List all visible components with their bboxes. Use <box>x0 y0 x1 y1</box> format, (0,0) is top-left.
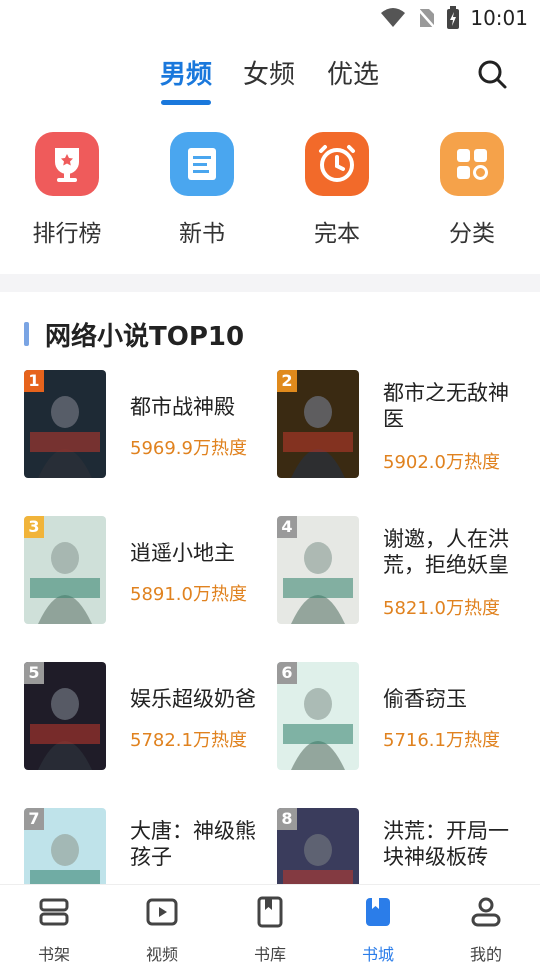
wifi-icon <box>381 8 406 27</box>
quick-menu-label: 新书 <box>179 221 225 247</box>
quick-menu-new-books[interactable]: 新书 <box>152 132 252 248</box>
book-title[interactable]: 大唐：神级熊孩子 <box>130 818 270 870</box>
nav-bookstore[interactable]: 书城 <box>338 895 418 965</box>
grid-icon <box>440 132 504 196</box>
book-title[interactable]: 娱乐超级奶爸 <box>130 686 270 712</box>
bottom-nav: 书架 视频 书库 书城 我的 <box>0 884 540 964</box>
book-heat: 5782.1万热度 <box>130 730 247 751</box>
book-item[interactable]: 4 谢邀，人在洪荒，拒绝妖皇 5821.0万热度 <box>277 516 527 626</box>
nav-video[interactable]: 视频 <box>122 895 202 965</box>
status-bar: 10:01 <box>0 0 540 36</box>
active-tab-indicator <box>161 100 211 105</box>
tab-female[interactable]: 女频 <box>243 54 295 91</box>
bookshelf-icon <box>39 898 69 926</box>
book-heat: 5891.0万热度 <box>130 584 247 605</box>
book-title[interactable]: 谢邀，人在洪荒，拒绝妖皇 <box>383 526 523 578</box>
nav-label: 书架 <box>37 945 70 964</box>
book-cover[interactable]: 2 <box>277 370 359 478</box>
nav-bookshelf[interactable]: 书架 <box>14 895 94 965</box>
book-title[interactable]: 都市战神殿 <box>130 394 270 420</box>
quick-menu-ranking[interactable]: 排行榜 <box>17 132 117 248</box>
rank-badge: 3 <box>24 516 44 538</box>
book-item[interactable]: 3 逍遥小地主 5891.0万热度 <box>24 516 274 626</box>
nav-label: 书库 <box>253 945 286 964</box>
bookstore-icon <box>366 898 390 926</box>
book-heat: 5716.1万热度 <box>383 730 500 751</box>
book-cover[interactable]: 4 <box>277 516 359 624</box>
book-cover[interactable]: 5 <box>24 662 106 770</box>
status-time: 10:01 <box>470 6 528 30</box>
search-icon <box>478 60 507 89</box>
document-icon <box>170 132 234 196</box>
nav-library[interactable]: 书库 <box>230 895 310 965</box>
book-heat: 5902.0万热度 <box>383 452 500 473</box>
book-cover[interactable]: 1 <box>24 370 106 478</box>
quick-menu-label: 分类 <box>449 221 495 247</box>
quick-menu: 排行榜 新书 完本 分类 <box>0 132 540 252</box>
nav-label: 书城 <box>361 945 394 964</box>
rank-badge: 2 <box>277 370 297 392</box>
clock-icon <box>305 132 369 196</box>
book-cover[interactable]: 6 <box>277 662 359 770</box>
rank-badge: 5 <box>24 662 44 684</box>
book-item[interactable]: 6 偷香窃玉 5716.1万热度 <box>277 662 527 772</box>
book-heat: 5969.9万热度 <box>130 438 247 459</box>
nav-label: 视频 <box>145 945 178 964</box>
rank-badge: 8 <box>277 808 297 830</box>
quick-menu-category[interactable]: 分类 <box>422 132 522 248</box>
search-button[interactable] <box>474 56 510 92</box>
book-item[interactable]: 2 都市之无敌神医 5902.0万热度 <box>277 370 527 480</box>
rank-badge: 7 <box>24 808 44 830</box>
book-title[interactable]: 偷香窃玉 <box>383 686 523 712</box>
section-accent-bar <box>24 322 29 346</box>
top-nav: 男频 女频 优选 <box>0 48 540 108</box>
quick-menu-label: 完本 <box>314 221 360 247</box>
battery-icon <box>447 6 460 29</box>
book-title[interactable]: 洪荒：开局一块神级板砖 <box>383 818 523 870</box>
section-title: 网络小说TOP10 <box>45 321 245 352</box>
tab-featured[interactable]: 优选 <box>327 54 379 91</box>
section-divider <box>0 274 540 292</box>
no-signal-icon <box>417 8 436 28</box>
rank-badge: 4 <box>277 516 297 538</box>
rank-badge: 1 <box>24 370 44 392</box>
trophy-icon <box>35 132 99 196</box>
book-icon <box>257 896 283 928</box>
book-title[interactable]: 逍遥小地主 <box>130 540 270 566</box>
book-title[interactable]: 都市之无敌神医 <box>383 380 523 432</box>
section-header: 网络小说TOP10 <box>24 318 245 352</box>
quick-menu-completed[interactable]: 完本 <box>287 132 387 248</box>
video-icon <box>146 898 178 926</box>
quick-menu-label: 排行榜 <box>32 221 102 247</box>
book-cover[interactable]: 3 <box>24 516 106 624</box>
profile-icon <box>471 897 501 927</box>
book-item[interactable]: 1 都市战神殿 5969.9万热度 <box>24 370 274 480</box>
book-heat: 5821.0万热度 <box>383 598 500 619</box>
rank-badge: 6 <box>277 662 297 684</box>
nav-profile[interactable]: 我的 <box>446 895 526 965</box>
tab-male[interactable]: 男频 <box>160 54 212 91</box>
nav-label: 我的 <box>469 945 502 964</box>
book-item[interactable]: 5 娱乐超级奶爸 5782.1万热度 <box>24 662 274 772</box>
